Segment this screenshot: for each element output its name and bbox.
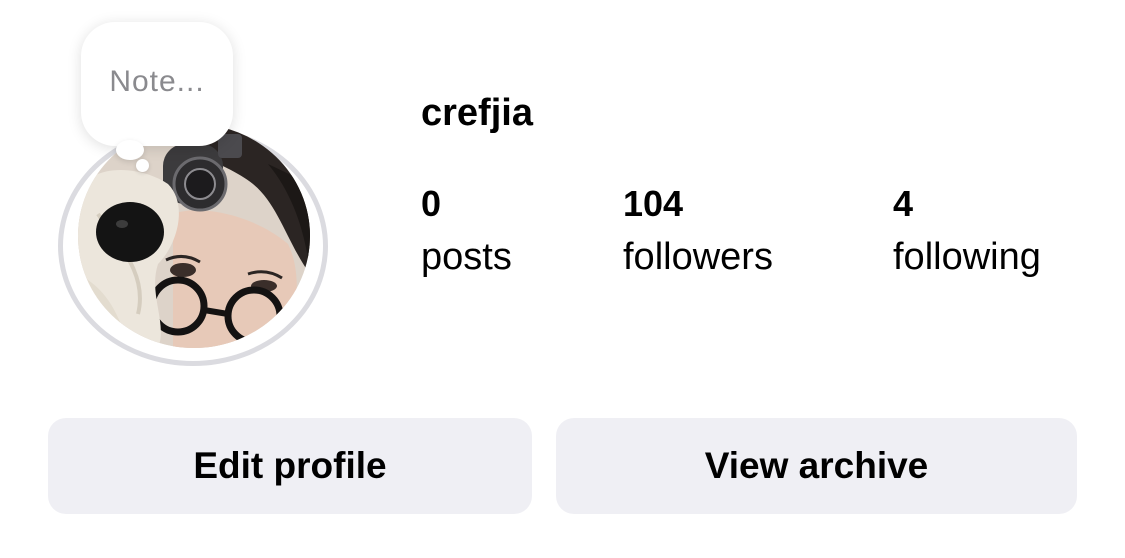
followers-count: 104 <box>623 183 684 224</box>
following-count: 4 <box>893 183 914 224</box>
note-bubble-tail-large <box>116 140 144 160</box>
avatar[interactable] <box>78 124 310 348</box>
profile-photo-icon <box>78 124 310 348</box>
following-stat[interactable]: 4 following <box>893 183 1041 279</box>
note-bubble[interactable]: Note... <box>81 22 233 146</box>
followers-stat[interactable]: 104 followers <box>623 183 773 279</box>
followers-label: followers <box>623 236 773 278</box>
following-label: following <box>893 236 1041 278</box>
view-archive-button[interactable]: View archive <box>556 418 1077 514</box>
edit-profile-button[interactable]: Edit profile <box>48 418 532 514</box>
note-placeholder: Note... <box>109 65 205 98</box>
posts-stat[interactable]: 0 posts <box>421 183 512 279</box>
note-bubble-tail-small <box>136 159 149 172</box>
posts-count: 0 <box>421 183 442 224</box>
profile-username: crefjia <box>421 92 533 134</box>
posts-label: posts <box>421 236 512 278</box>
